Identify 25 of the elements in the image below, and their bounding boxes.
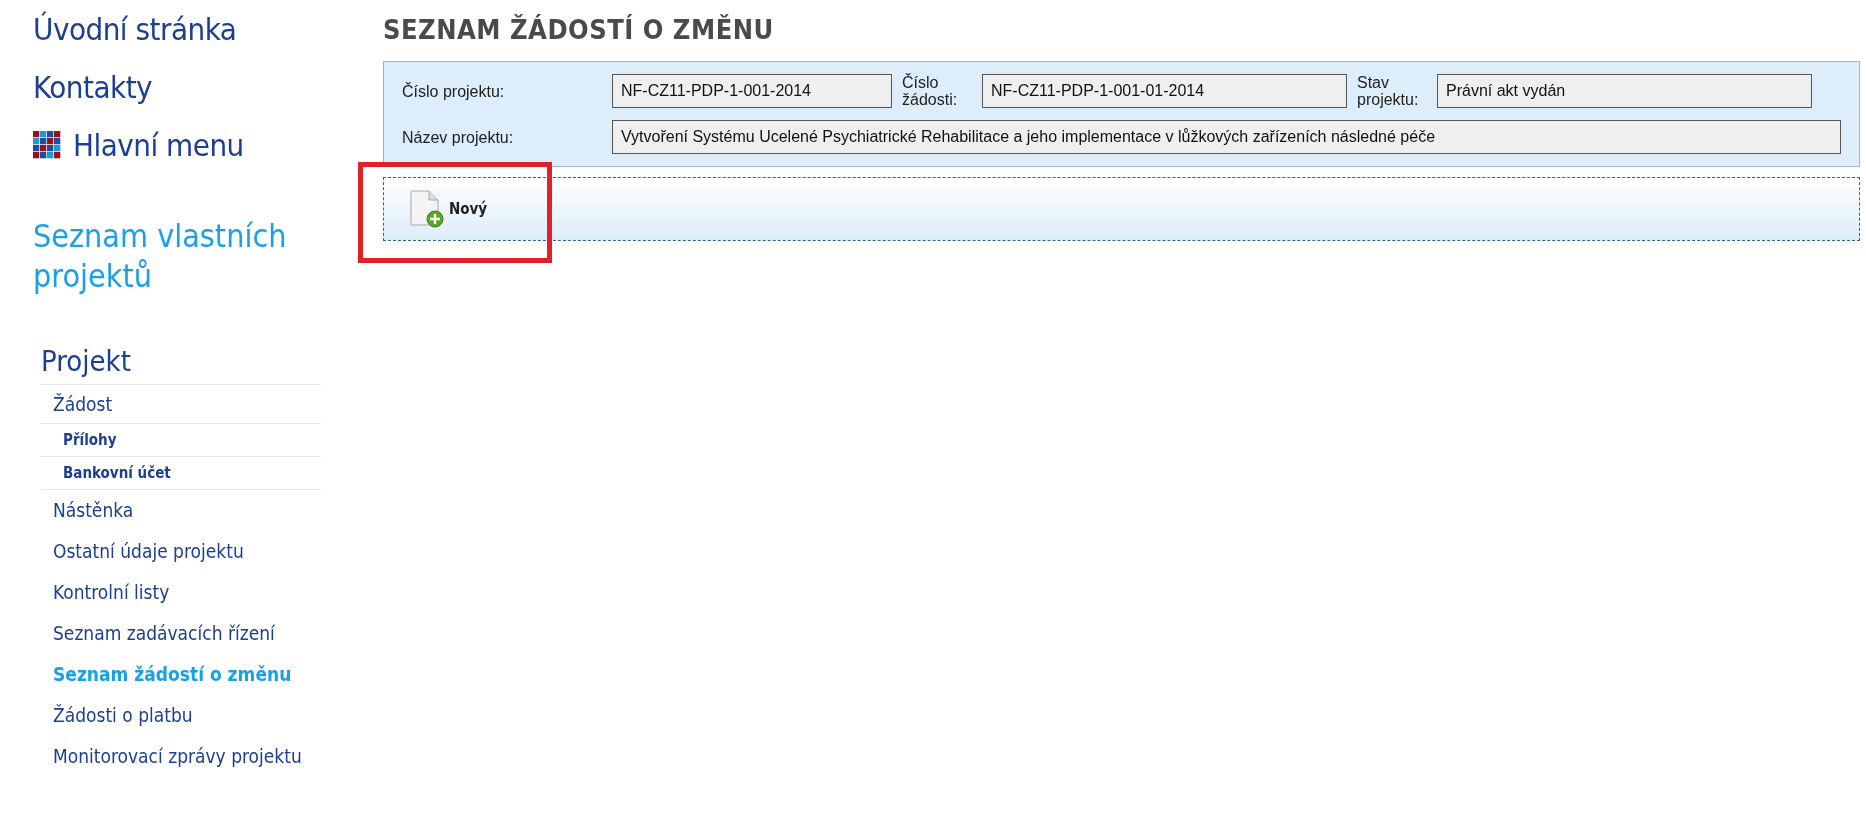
menu-item[interactable]: Ostatní údaje projektu <box>41 531 321 572</box>
tile-grid-icon <box>33 131 61 159</box>
menu-item[interactable]: Monitorovací zprávy projektu <box>41 736 321 777</box>
field-label: Číslo žádosti: <box>902 74 959 108</box>
nav-link[interactable]: Úvodní stránka <box>33 6 320 52</box>
page-title: SEZNAM ŽÁDOSTÍ O ZMĚNU <box>383 14 775 45</box>
readonly-field: NF-CZ11-PDP-1-001-2014 <box>612 74 892 108</box>
new-document-icon <box>409 190 445 228</box>
menu-item[interactable]: Kontrolní listy <box>41 572 321 613</box>
readonly-field: Vytvoření Systému Ucelené Psychiatrické Rehabilitace a jeho implementace v lůžkových zařízeních následné péče <box>612 120 1841 154</box>
field-label: Název projektu: <box>402 128 515 146</box>
field-label: Stav projektu: <box>1357 74 1420 108</box>
section-title: Projekt <box>41 344 132 378</box>
menu-item[interactable]: Nástěnka <box>41 490 321 531</box>
readonly-field: NF-CZ11-PDP-1-001-01-2014 <box>982 74 1347 108</box>
new-button[interactable]: Nový <box>409 190 488 228</box>
nav-link[interactable]: Kontakty <box>33 64 320 110</box>
menu-item[interactable]: Seznam zadávacích řízení <box>41 613 321 654</box>
menu-item[interactable]: Žádosti o platbu <box>41 695 321 736</box>
field-label: Číslo projektu: <box>402 82 506 100</box>
submenu-item[interactable]: Bankovní účet <box>41 457 321 490</box>
main-menu-link[interactable]: Hlavní menu <box>33 122 320 168</box>
readonly-field: Právní akt vydán <box>1437 74 1812 108</box>
submenu-item[interactable]: Přílohy <box>41 424 321 457</box>
menu-item[interactable]: Žádost <box>41 384 321 424</box>
